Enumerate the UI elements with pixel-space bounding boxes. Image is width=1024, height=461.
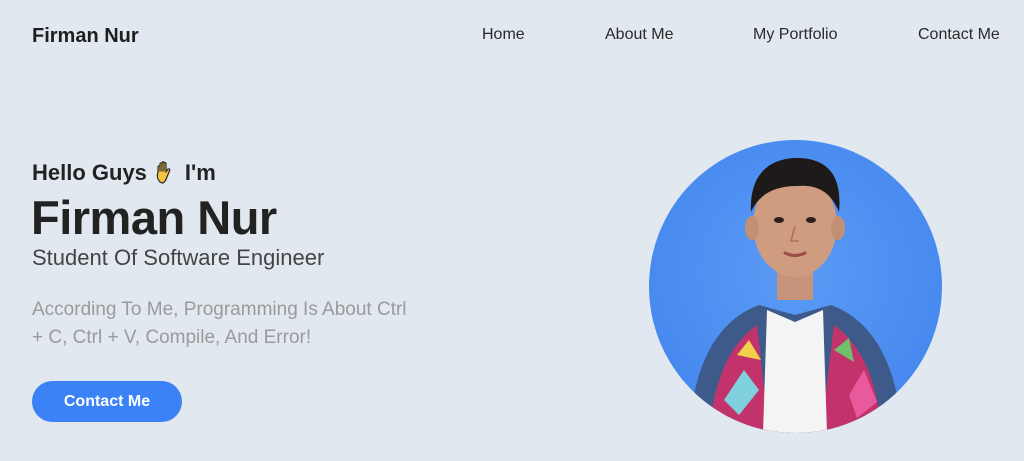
contact-me-button[interactable]: Contact Me — [32, 381, 182, 422]
nav-contact-link[interactable]: Contact Me — [918, 26, 1000, 44]
profile-photo-illustration — [689, 158, 902, 433]
waving-hand-icon — [156, 161, 171, 184]
hero-quote: According To Me, Programming Is About Ct… — [32, 299, 407, 348]
nav-home-link[interactable]: Home — [482, 26, 525, 44]
profile-photo — [649, 140, 942, 433]
nav-portfolio-link[interactable]: My Portfolio — [753, 26, 837, 44]
hero-role: Student Of Software Engineer — [32, 245, 325, 270]
brand-logo[interactable]: Firman Nur — [32, 25, 139, 48]
nav-about-link[interactable]: About Me — [605, 26, 673, 44]
hero-name: Firman Nur — [31, 191, 277, 244]
greeting-suffix: I'm — [184, 160, 216, 185]
greeting-prefix: Hello Guys — [32, 160, 147, 185]
page: Firman Nur Home About Me My Portfolio Co… — [0, 0, 1024, 461]
hero-greeting: Hello Guys I'm — [32, 160, 216, 186]
